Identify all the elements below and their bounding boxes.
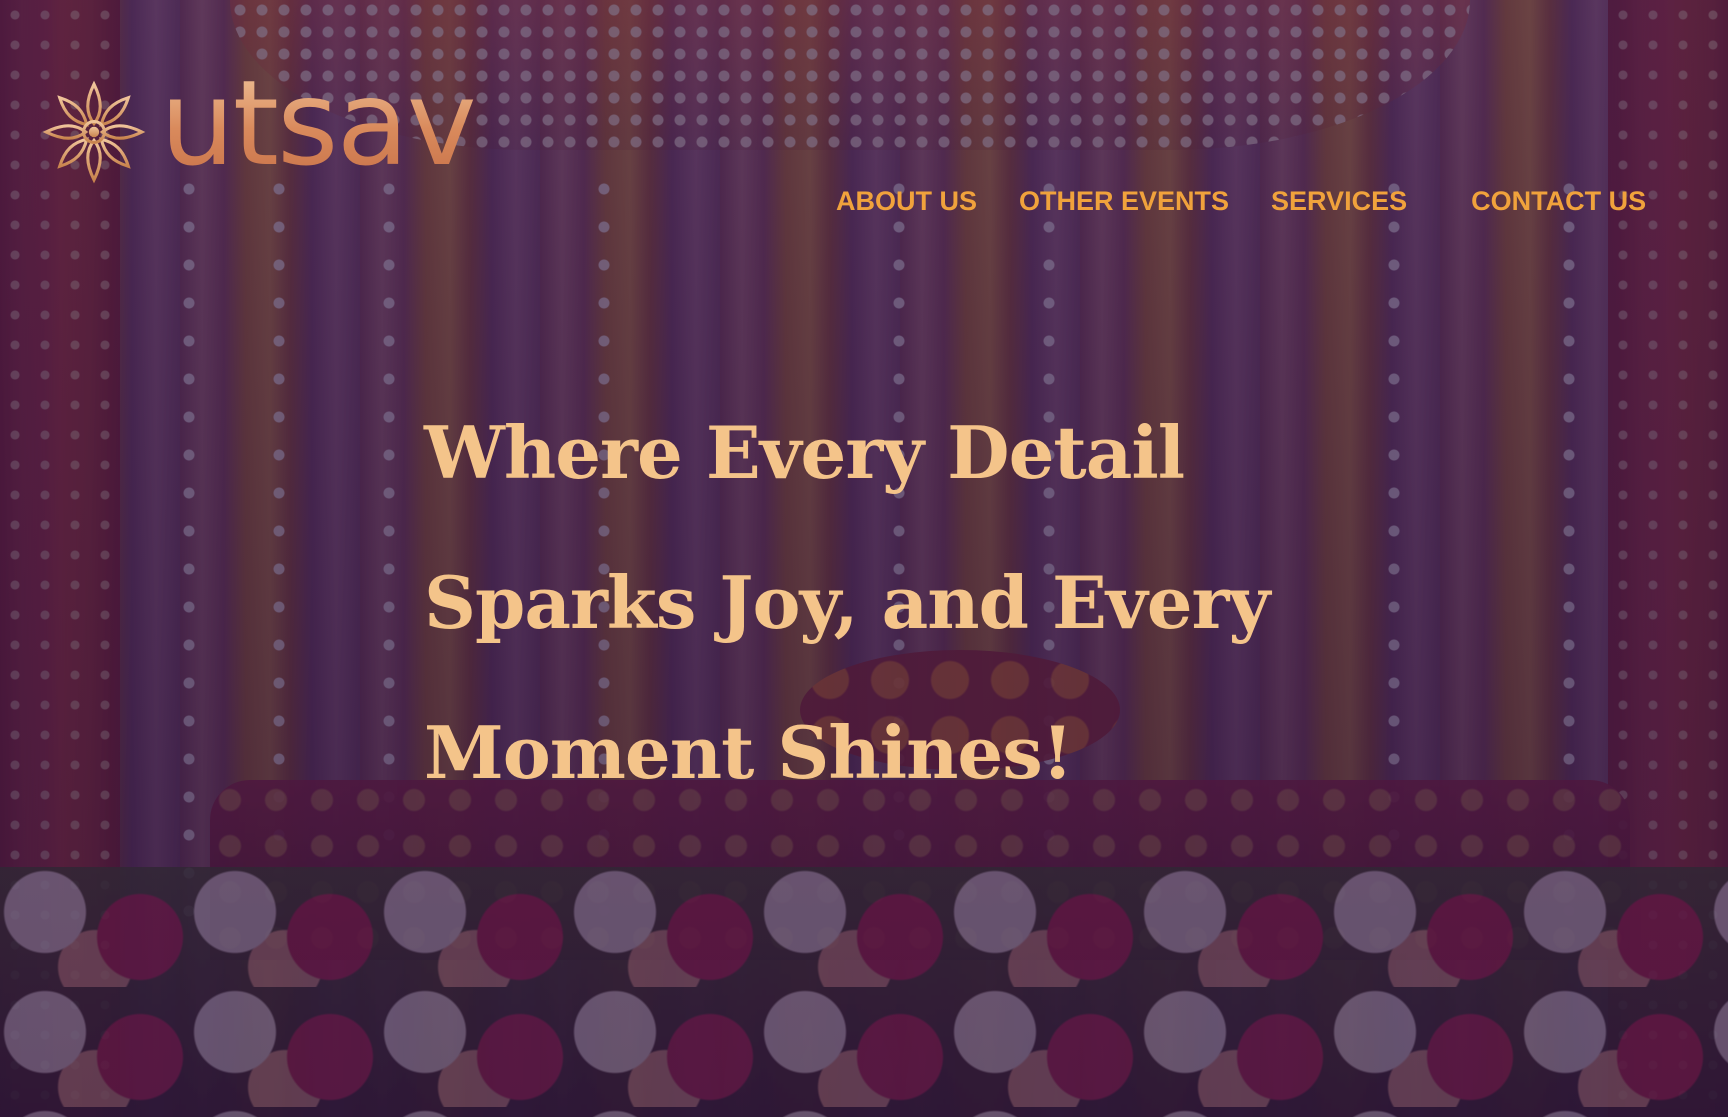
brand-logo[interactable]: utsav [42, 64, 477, 184]
main-nav: ABOUT US OTHER EVENTS SERVICES CONTACT U… [836, 186, 1646, 217]
nav-about-us[interactable]: ABOUT US [836, 186, 977, 217]
hero-line-3: Moment Shines! [424, 710, 1073, 795]
hero-line-1: Where Every Detail [424, 410, 1185, 495]
hero-line-2: Sparks Joy, and Every [424, 560, 1270, 645]
nav-services[interactable]: SERVICES [1271, 186, 1407, 217]
nav-other-events[interactable]: OTHER EVENTS [1019, 186, 1229, 217]
landing-page: utsav ABOUT US OTHER EVENTS SERVICES CON… [0, 0, 1728, 1117]
lotus-icon [42, 80, 146, 184]
nav-contact-us[interactable]: CONTACT US [1471, 186, 1646, 217]
brand-name: utsav [160, 54, 477, 192]
hero-headline: Where Every Detail Sparks Joy, and Every… [424, 410, 1324, 828]
